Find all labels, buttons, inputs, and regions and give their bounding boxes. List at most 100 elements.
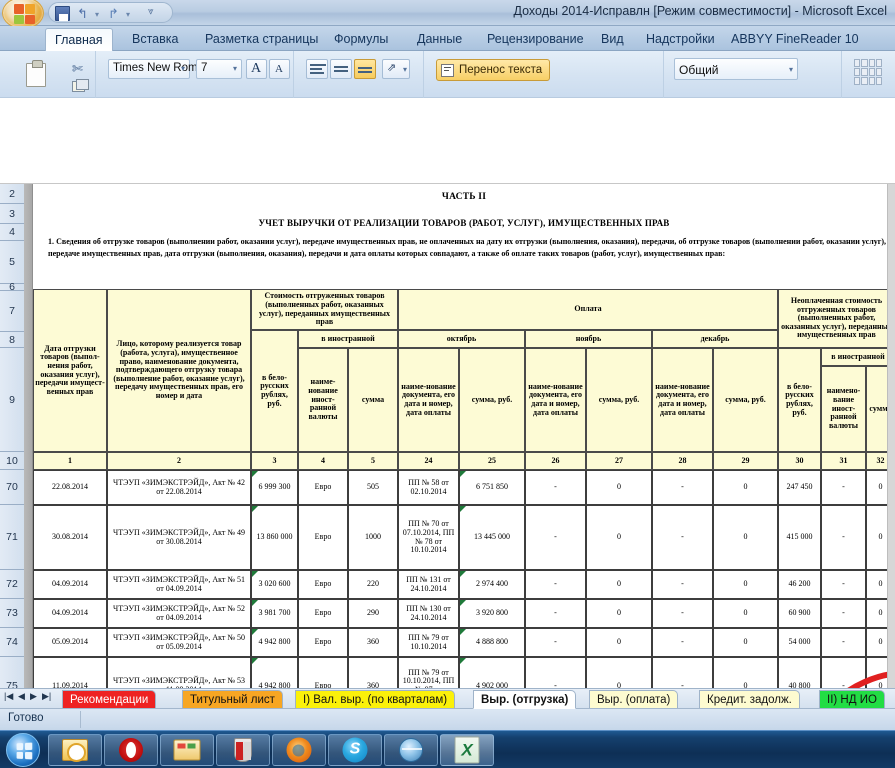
taskbar-item-outlook[interactable] bbox=[48, 734, 102, 766]
prev-sheet-icon[interactable]: ◀ bbox=[18, 691, 25, 702]
header-col-2-person[interactable]: Лицо, которому реализуется товар (работа… bbox=[107, 289, 251, 452]
table-row[interactable]: - bbox=[652, 470, 713, 505]
table-row[interactable]: - bbox=[821, 570, 866, 599]
colnum-31[interactable]: 31 bbox=[821, 452, 866, 470]
header-col-30-byn[interactable]: в бело-русских рублях, руб. bbox=[778, 348, 821, 452]
header-col-28-doc-dec[interactable]: наиме-нование документа, его дата и номе… bbox=[652, 348, 713, 452]
table-row[interactable]: 0 bbox=[713, 505, 778, 570]
table-row[interactable]: ЧТЭУП «ЗИМЭКСТРЭЙД», Акт № 42 от 22.08.2… bbox=[107, 470, 251, 505]
row-header-75[interactable]: 75 bbox=[0, 657, 24, 688]
cell-styles-icon[interactable] bbox=[854, 59, 882, 85]
table-row[interactable]: - bbox=[652, 570, 713, 599]
header-foreign-currency-2[interactable]: в иностранной bbox=[821, 348, 895, 366]
row-header-73[interactable]: 73 bbox=[0, 599, 24, 628]
row-header-2[interactable]: 2 bbox=[0, 184, 24, 204]
align-top-button[interactable] bbox=[306, 59, 328, 79]
tab-dannye[interactable]: Данные bbox=[408, 28, 471, 51]
office-button[interactable] bbox=[2, 0, 44, 29]
shrink-font-button[interactable]: A bbox=[269, 59, 290, 79]
tab-nadstroiki[interactable]: Надстройки bbox=[637, 28, 724, 51]
table-row[interactable]: 0 bbox=[586, 657, 652, 688]
tab-vid[interactable]: Вид bbox=[592, 28, 633, 51]
header-col-31-currency-name[interactable]: наимено-вание иност-ранной валюты bbox=[821, 366, 866, 452]
table-row[interactable]: 4 902 000 bbox=[459, 657, 525, 688]
redo-dropdown-icon[interactable]: ▾ bbox=[126, 6, 141, 21]
colnum-27[interactable]: 27 bbox=[586, 452, 652, 470]
header-col-29-sum-dec[interactable]: сумма, руб. bbox=[713, 348, 778, 452]
colnum-1[interactable]: 1 bbox=[33, 452, 107, 470]
sheet-tab-val-vyr[interactable]: I) Вал. выр. (по кварталам) bbox=[295, 690, 456, 709]
table-row[interactable]: 415 000 bbox=[778, 505, 821, 570]
table-row[interactable]: 360 bbox=[348, 628, 398, 657]
header-col-1-date[interactable]: Дата отгрузки товаров (выпол-нения работ… bbox=[33, 289, 107, 452]
sheet-nav-buttons[interactable]: |◀ ◀ ▶ ▶| bbox=[4, 691, 58, 706]
tab-recenzirovanie[interactable]: Рецензирование bbox=[478, 28, 593, 51]
redo-icon[interactable]: ↱ bbox=[106, 6, 121, 21]
row-header-74[interactable]: 74 bbox=[0, 628, 24, 657]
table-row[interactable]: - bbox=[652, 505, 713, 570]
table-row[interactable]: 0 bbox=[713, 470, 778, 505]
table-row[interactable]: 220 bbox=[348, 570, 398, 599]
table-row[interactable]: - bbox=[525, 470, 586, 505]
tab-formuly[interactable]: Формулы bbox=[325, 28, 397, 51]
save-icon[interactable] bbox=[55, 6, 70, 21]
table-row[interactable]: Евро bbox=[298, 628, 348, 657]
table-row[interactable]: 247 450 bbox=[778, 470, 821, 505]
table-row[interactable]: 290 bbox=[348, 599, 398, 628]
wrap-text-button[interactable]: Перенос текста bbox=[436, 59, 551, 81]
table-row[interactable]: 04.09.2014 bbox=[33, 570, 107, 599]
header-col-26-doc-nov[interactable]: наиме-нование документа, его дата и номе… bbox=[525, 348, 586, 452]
table-row[interactable]: Евро bbox=[298, 599, 348, 628]
table-row[interactable]: 0 bbox=[713, 570, 778, 599]
tab-razmetka[interactable]: Разметка страницы bbox=[196, 28, 327, 51]
font-size-select[interactable]: 7 ▾ bbox=[196, 59, 242, 79]
header-month-november[interactable]: ноябрь bbox=[525, 330, 652, 348]
sheet-tab-vyr-oplata[interactable]: Выр. (оплата) bbox=[589, 690, 679, 709]
table-row[interactable]: Евро bbox=[298, 657, 348, 688]
table-row[interactable]: 04.09.2014 bbox=[33, 599, 107, 628]
header-foreign-currency-1[interactable]: в иностранной bbox=[298, 330, 398, 348]
sheet-tab-kredit-zadolzh[interactable]: Кредит. задолж. bbox=[699, 690, 800, 709]
cut-icon[interactable]: ✄ bbox=[72, 61, 83, 77]
header-col-24-doc-oct[interactable]: наиме-нование документа, его дата и номе… bbox=[398, 348, 459, 452]
text-orientation-button[interactable]: ⇗ ▾ bbox=[382, 59, 410, 79]
align-bottom-button[interactable] bbox=[354, 59, 376, 79]
table-row[interactable]: 0 bbox=[586, 570, 652, 599]
colnum-3[interactable]: 3 bbox=[251, 452, 298, 470]
header-month-december[interactable]: декабрь bbox=[652, 330, 778, 348]
document-part-title[interactable]: ЧАСТЬ II bbox=[33, 184, 895, 210]
table-row[interactable]: - bbox=[525, 570, 586, 599]
table-row[interactable]: 6 751 850 bbox=[459, 470, 525, 505]
table-row[interactable]: 0 bbox=[713, 657, 778, 688]
colnum-5[interactable]: 5 bbox=[348, 452, 398, 470]
taskbar-item-excel[interactable] bbox=[440, 734, 494, 766]
taskbar-item-folder[interactable] bbox=[160, 734, 214, 766]
header-month-october[interactable]: октябрь bbox=[398, 330, 525, 348]
row-header-9[interactable]: 9 bbox=[0, 348, 24, 452]
table-row[interactable]: 60 900 bbox=[778, 599, 821, 628]
colnum-30[interactable]: 30 bbox=[778, 452, 821, 470]
undo-icon[interactable]: ↰ bbox=[75, 6, 90, 21]
table-row[interactable]: 0 bbox=[586, 628, 652, 657]
taskbar-item-opera[interactable] bbox=[104, 734, 158, 766]
row-header-3[interactable]: 3 bbox=[0, 204, 24, 224]
first-sheet-icon[interactable]: |◀ bbox=[4, 691, 13, 702]
font-name-select[interactable]: Times New Rom ▾ bbox=[108, 59, 198, 79]
tab-glavnaya[interactable]: Главная bbox=[45, 28, 113, 51]
table-row[interactable]: - bbox=[525, 505, 586, 570]
table-row[interactable]: - bbox=[652, 599, 713, 628]
table-row[interactable]: - bbox=[821, 599, 866, 628]
row-header-10[interactable]: 10 bbox=[0, 452, 24, 470]
next-sheet-icon[interactable]: ▶ bbox=[30, 691, 37, 702]
table-row[interactable]: 2 974 400 bbox=[459, 570, 525, 599]
row-header-70[interactable]: 70 bbox=[0, 470, 24, 505]
table-row[interactable]: 4 888 800 bbox=[459, 628, 525, 657]
table-row[interactable]: Евро bbox=[298, 570, 348, 599]
table-row[interactable]: 05.09.2014 bbox=[33, 628, 107, 657]
table-row[interactable]: Евро bbox=[298, 470, 348, 505]
header-group-payment[interactable]: Оплата bbox=[398, 289, 778, 330]
row-header-8[interactable]: 8 bbox=[0, 332, 24, 348]
table-row[interactable]: 4 942 800 bbox=[251, 657, 298, 688]
tab-abbyy[interactable]: ABBYY FineReader 10 bbox=[722, 28, 868, 51]
table-row[interactable]: 3 920 800 bbox=[459, 599, 525, 628]
